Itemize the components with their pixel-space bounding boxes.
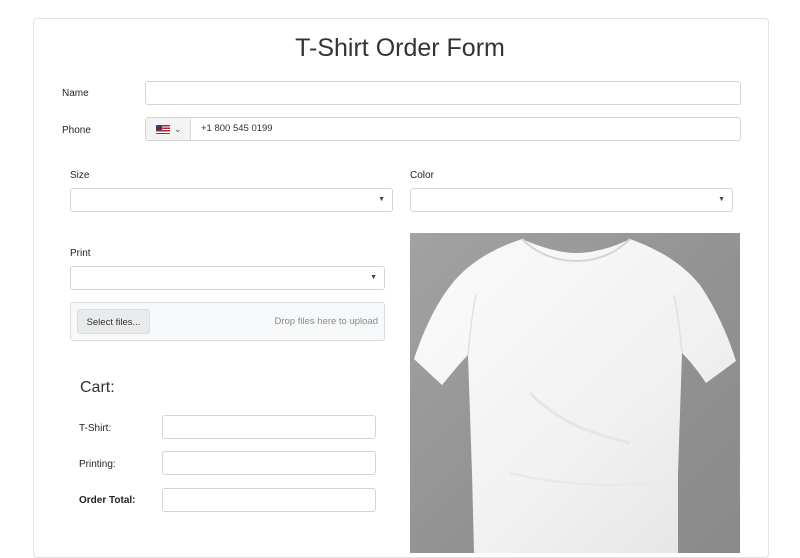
white-tshirt-image xyxy=(410,233,740,553)
dropdown-arrow-icon: ▼ xyxy=(370,274,377,281)
dropdown-arrow-icon: ▼ xyxy=(378,196,385,203)
print-select[interactable]: ▼ xyxy=(70,266,385,290)
size-label: Size xyxy=(70,170,90,181)
order-total-field[interactable] xyxy=(162,488,376,512)
country-selector[interactable]: ⌄ xyxy=(146,118,191,140)
file-dropzone[interactable]: Select files... Drop files here to uploa… xyxy=(70,302,385,341)
print-label: Print xyxy=(70,248,91,259)
phone-label: Phone xyxy=(62,125,91,136)
cart-heading: Cart: xyxy=(80,379,115,396)
select-files-button[interactable]: Select files... xyxy=(77,309,150,334)
us-flag-icon xyxy=(156,125,170,134)
name-input[interactable] xyxy=(145,81,741,105)
order-total-label: Order Total: xyxy=(79,495,136,506)
printing-price-label: Printing: xyxy=(79,459,116,470)
printing-price-field[interactable] xyxy=(162,451,376,475)
page-title: T-Shirt Order Form xyxy=(295,34,505,62)
tshirt-price-label: T-Shirt: xyxy=(79,423,112,434)
name-label: Name xyxy=(62,88,89,99)
tshirt-price-field[interactable] xyxy=(162,415,376,439)
chevron-down-icon: ⌄ xyxy=(174,124,182,134)
color-select[interactable]: ▼ xyxy=(410,188,733,212)
phone-input[interactable]: ⌄ +1 800 545 0199 xyxy=(145,117,741,141)
dropzone-hint: Drop files here to upload xyxy=(274,316,378,327)
phone-value: +1 800 545 0199 xyxy=(201,123,273,134)
tshirt-illustration xyxy=(414,238,736,553)
dropdown-arrow-icon: ▼ xyxy=(718,196,725,203)
color-label: Color xyxy=(410,170,434,181)
size-select[interactable]: ▼ xyxy=(70,188,393,212)
